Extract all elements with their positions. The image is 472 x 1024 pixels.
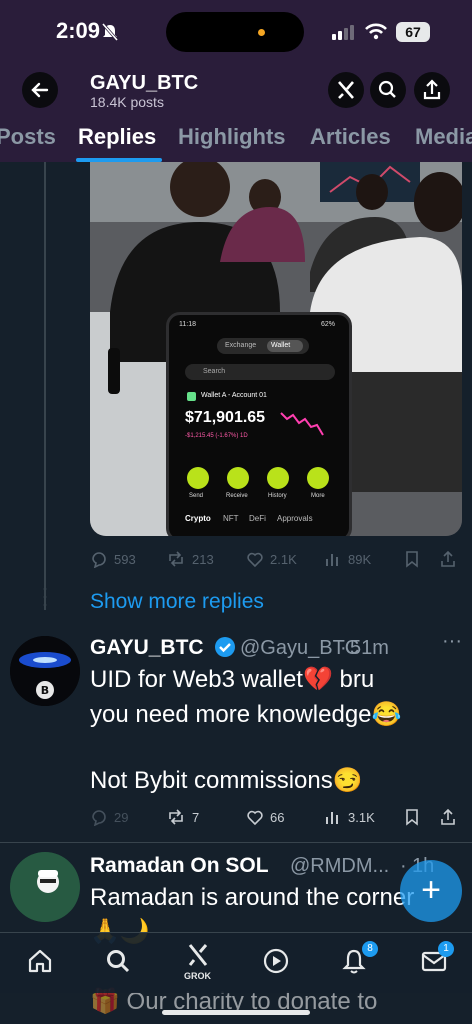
views-icon[interactable] — [324, 550, 342, 568]
profile-name: GAYU_BTC — [90, 72, 199, 94]
tweet-text-line1: UID for Web3 wallet💔 bru — [90, 666, 375, 693]
bitcoin-avatar-image: B — [10, 636, 80, 706]
share-post-icon[interactable] — [440, 808, 456, 826]
tab-posts[interactable]: Posts — [0, 124, 56, 150]
tweet-time[interactable]: 51m — [350, 637, 389, 660]
view-count: 89K — [348, 552, 372, 567]
receive-circle — [227, 467, 249, 489]
messages-badge: 1 — [438, 941, 454, 957]
phone-tab-defi: DeFi — [249, 514, 266, 523]
search-icon — [378, 80, 396, 98]
thread-dots — [43, 587, 47, 607]
send-circle — [187, 467, 209, 489]
like-count: 2.1K — [270, 552, 297, 567]
tweet-author-handle[interactable]: @RMDM... — [290, 855, 389, 878]
bookmark-icon[interactable] — [404, 550, 420, 568]
action-more: More — [311, 493, 325, 499]
tweet-author-name[interactable]: Ramadan On SOL — [90, 854, 269, 878]
action-receive: Receive — [226, 493, 248, 499]
post-image[interactable]: 11:18 62% Exchange Wallet Search Wallet … — [90, 162, 462, 536]
grok-icon[interactable] — [184, 939, 212, 969]
compose-post-button[interactable]: + — [400, 860, 462, 922]
repost-count: 7 — [192, 810, 200, 825]
wallet-balance: $71,901.65 — [185, 409, 266, 426]
battery-indicator: 67 — [396, 22, 430, 42]
wallet-avatar — [187, 392, 196, 401]
thread-connector — [44, 162, 46, 610]
video-play-icon[interactable] — [262, 947, 290, 975]
like-count: 66 — [270, 810, 285, 825]
tweet-text-line3: Not Bybit commissions😏 — [90, 767, 363, 794]
share-post-icon[interactable] — [440, 550, 456, 568]
balance-sparkline — [280, 412, 324, 436]
phone-tab-nft: NFT — [223, 514, 239, 523]
grok-label: GROK — [184, 971, 211, 981]
history-circle — [267, 467, 289, 489]
repost-icon[interactable] — [166, 808, 186, 826]
wallet-account: Wallet A - Account 01 — [201, 392, 267, 399]
tweet-text-line2: you need more knowledge😂 — [90, 701, 402, 728]
phone-tab-approvals: Approvals — [277, 514, 313, 523]
avatar[interactable] — [10, 852, 80, 922]
wallet-change: -$1,215.45 (-1.67%) 1D — [185, 433, 248, 439]
tab-highlights[interactable]: Highlights — [178, 124, 286, 150]
show-more-replies-link[interactable]: Show more replies — [90, 590, 264, 614]
toggle-wallet: Wallet — [271, 342, 291, 349]
tweet-text-line1: Ramadan is around the corner — [90, 884, 415, 911]
view-count: 3.1K — [348, 810, 375, 825]
action-history: History — [268, 493, 287, 499]
signal-icon — [332, 25, 354, 40]
tweet-author-name[interactable]: GAYU_BTC — [90, 636, 204, 660]
search-button[interactable] — [370, 72, 406, 108]
phone-time: 11:18 — [179, 321, 196, 328]
notification-badge: 8 — [362, 941, 378, 957]
more-circle — [307, 467, 329, 489]
search-icon[interactable] — [104, 947, 132, 975]
more-options-button[interactable]: ··· — [442, 630, 462, 653]
ramadan-avatar-image — [10, 852, 80, 922]
tab-replies[interactable]: Replies — [78, 124, 156, 150]
phone-battery: 62% — [321, 321, 336, 328]
phone-screen: 11:18 62% Exchange Wallet Search Wallet … — [166, 312, 352, 536]
bottom-navigation: GROK 8 1 — [0, 932, 472, 993]
home-indicator — [162, 1010, 310, 1015]
tab-media[interactable]: Media — [415, 124, 472, 150]
reply-icon[interactable] — [90, 550, 108, 568]
reply-count: 593 — [114, 552, 136, 567]
reply-icon[interactable] — [90, 808, 108, 826]
views-icon[interactable] — [324, 808, 342, 826]
repost-icon[interactable] — [166, 550, 186, 568]
dynamic-island — [166, 12, 304, 52]
post1-action-bar: 593 213 2.1K 89K — [90, 548, 470, 570]
grok-icon — [338, 81, 354, 99]
tweet-separator-dot: · — [340, 637, 347, 659]
action-send: Send — [189, 493, 204, 499]
svg-text:B: B — [41, 684, 49, 697]
home-icon[interactable] — [26, 947, 54, 975]
silent-bell-icon — [101, 23, 119, 41]
privacy-indicator — [258, 29, 265, 36]
phone-tab-crypto: Crypto — [185, 514, 211, 523]
back-button[interactable] — [22, 72, 58, 108]
wifi-icon — [365, 23, 387, 40]
reply-count: 29 — [114, 810, 129, 825]
heart-icon[interactable] — [246, 808, 264, 826]
share-button[interactable] — [414, 72, 450, 108]
arrow-left-icon — [31, 82, 49, 98]
tab-articles[interactable]: Articles — [310, 124, 391, 150]
toggle-exchange: Exchange — [225, 342, 257, 349]
tweet-divider — [0, 842, 472, 843]
verified-badge-icon — [215, 637, 235, 657]
phone-search-label: Search — [203, 368, 226, 375]
grok-button[interactable] — [328, 72, 364, 108]
heart-icon[interactable] — [246, 550, 264, 568]
repost-count: 213 — [192, 552, 214, 567]
status-time: 2:09 — [56, 18, 101, 43]
post-count: 18.4K posts — [90, 94, 164, 110]
bookmark-icon[interactable] — [404, 808, 420, 826]
share-icon — [423, 79, 441, 100]
tweet-action-bar: 29 7 66 3.1K — [90, 806, 470, 828]
avatar[interactable]: B — [10, 636, 80, 706]
